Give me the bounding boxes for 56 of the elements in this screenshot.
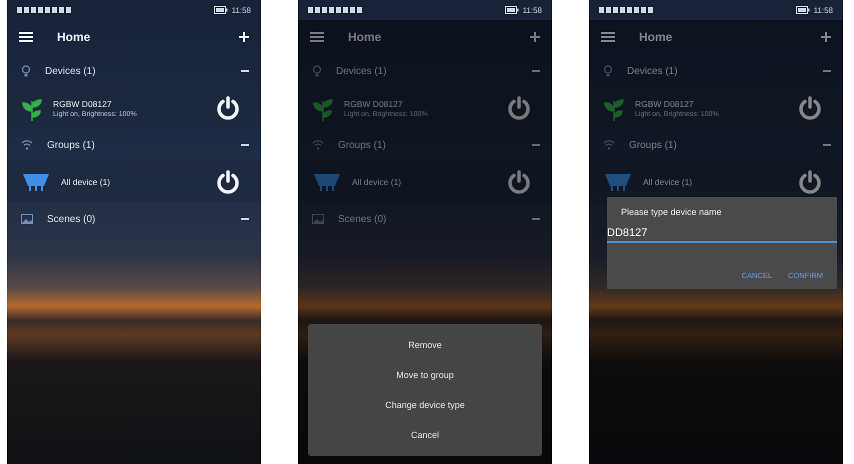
image-icon — [21, 214, 33, 224]
section-header[interactable]: Groups (1) — [298, 128, 552, 162]
menu-option[interactable]: Remove — [404, 336, 446, 354]
section-title: Devices (1) — [45, 66, 97, 76]
wifi-icon — [312, 140, 324, 150]
menu-icon[interactable] — [19, 32, 33, 42]
bulb-icon — [603, 65, 613, 77]
section-title: Groups (1) — [338, 140, 387, 150]
menu-option[interactable]: Move to group — [392, 366, 458, 384]
power-icon[interactable] — [215, 169, 241, 195]
name-input-field[interactable]: DD8127 — [607, 225, 837, 243]
app-title: Home — [57, 30, 92, 44]
section-header[interactable]: Devices (1) — [298, 54, 552, 88]
section-title: Groups (1) — [629, 140, 678, 150]
device-name: RGBW D08127 — [344, 98, 404, 108]
dialog-title: Please type device name — [621, 207, 723, 217]
app-title: Home — [348, 30, 382, 44]
app-title: Home — [639, 30, 674, 44]
section-title: Groups (1) — [47, 140, 96, 150]
lamp-icon — [312, 172, 342, 192]
bulb-icon — [312, 65, 322, 77]
collapse-icon[interactable] — [241, 144, 249, 146]
add-icon[interactable] — [239, 32, 249, 42]
wifi-icon — [603, 140, 615, 150]
section-header[interactable]: Scenes (0) — [7, 202, 261, 236]
group-name: All device (1) — [643, 177, 694, 187]
section-header[interactable]: Devices (1) — [7, 54, 261, 88]
status-time: 11:58 — [522, 6, 542, 14]
image-icon — [312, 214, 324, 224]
list-row[interactable]: All device (1) — [7, 162, 261, 202]
battery-icon — [214, 6, 228, 14]
menu-option[interactable]: Cancel — [406, 426, 443, 444]
device-name: RGBW D08127 — [635, 98, 695, 108]
wifi-icon — [21, 140, 33, 150]
battery-icon — [796, 6, 810, 14]
section-header[interactable]: Devices (1) — [589, 54, 843, 88]
collapse-icon[interactable] — [241, 218, 249, 220]
section-title: Devices (1) — [627, 66, 679, 76]
lamp-icon — [603, 172, 633, 192]
section-title: Devices (1) — [336, 66, 388, 76]
bulb-icon — [21, 65, 31, 77]
section-header[interactable]: Groups (1) — [7, 128, 261, 162]
status-time: 11:58 — [814, 6, 833, 14]
battery-icon — [504, 6, 519, 14]
collapse-icon[interactable] — [241, 70, 249, 72]
status-time: 11:58 — [232, 6, 251, 14]
section-title: Scenes (0) — [47, 214, 96, 224]
section-header[interactable]: Scenes (0) — [298, 202, 552, 236]
device-name: RGBW D08127 — [53, 98, 113, 108]
group-name: All device (1) — [61, 177, 112, 187]
power-icon[interactable] — [215, 95, 241, 121]
section-header[interactable]: Groups (1) — [589, 128, 843, 162]
menu-option[interactable]: Change device type — [381, 396, 469, 414]
lamp-icon — [21, 172, 51, 192]
section-title: Scenes (0) — [338, 214, 388, 224]
group-name: All device (1) — [352, 177, 402, 187]
